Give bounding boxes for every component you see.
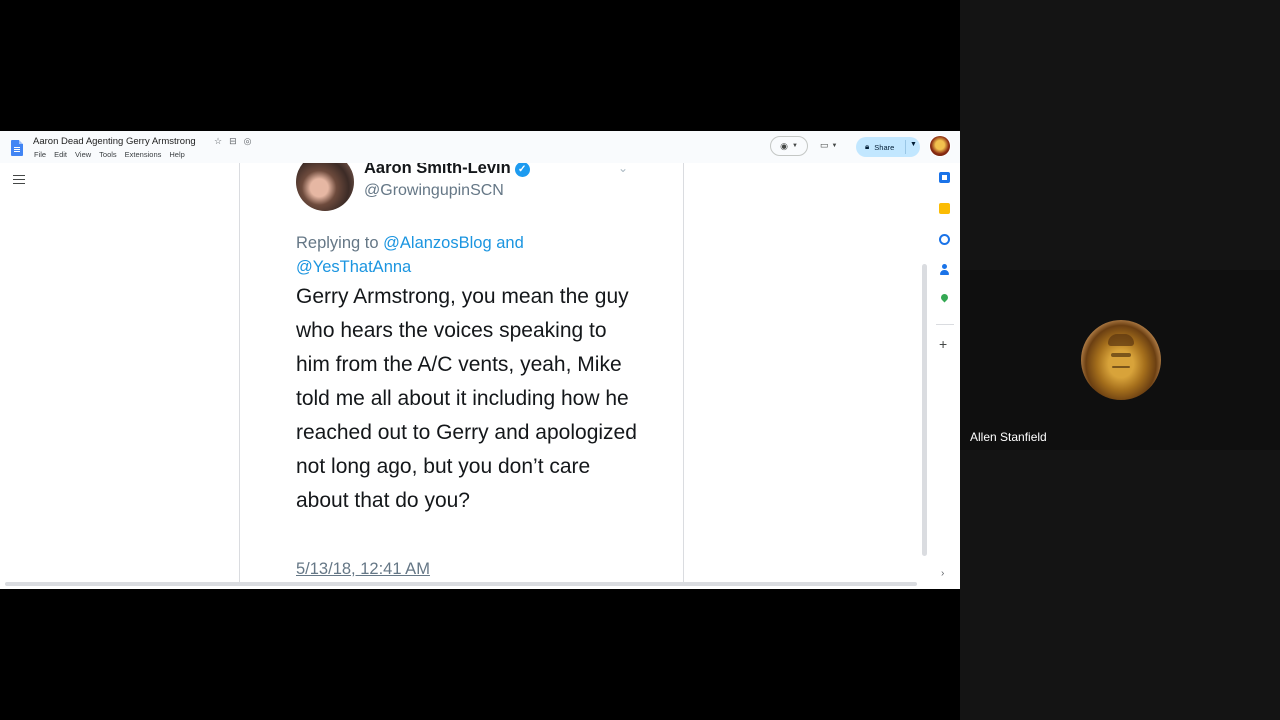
tweet-date: 5/13/18, 12:41 AM [296, 560, 430, 578]
account-avatar[interactable] [930, 136, 950, 156]
meet-button[interactable]: ▭ ▼ [820, 140, 837, 151]
lock-icon: 🔒︎ [865, 142, 870, 151]
screen-share: Aaron Dead Agenting Gerry Armstrong ☆ ⊟ … [0, 0, 960, 720]
side-panel-divider [936, 324, 954, 325]
participant-tile: Allen Stanfield [960, 270, 1280, 450]
reply-and: and [496, 234, 524, 252]
document-page: Aaron Smith-Levin ✓ @GrowingupinSCN ⌄ Rep… [239, 163, 684, 583]
horizontal-scrollbar[interactable] [5, 582, 917, 586]
docs-topbar: Aaron Dead Agenting Gerry Armstrong ☆ ⊟ … [0, 131, 960, 163]
reply-to-line: Replying to @AlanzosBlog and @YesThatAnn… [296, 231, 636, 279]
author-name-text: Aaron Smith-Levin [364, 163, 511, 177]
docs-logo-icon[interactable] [11, 140, 23, 156]
maps-icon[interactable] [939, 294, 950, 305]
menu-help[interactable]: Help [169, 150, 184, 159]
share-label: Share [874, 142, 895, 152]
tweet-avatar [296, 163, 354, 211]
plus-icon[interactable]: + [939, 337, 947, 351]
tweet-text: Gerry Armstrong, you mean the guy who he… [296, 285, 637, 512]
video-call-icon: ▭ [820, 140, 829, 150]
chevron-down-icon: ▼ [831, 142, 838, 149]
tasks-icon[interactable] [939, 234, 950, 245]
chevron-down-icon: ▼ [791, 143, 798, 149]
menu-tools[interactable]: Tools [99, 150, 117, 159]
chevron-down-icon[interactable]: ▼ [910, 141, 917, 148]
eye-icon: ◉ [780, 140, 788, 151]
move-folder-icon[interactable]: ⊟ [229, 136, 237, 147]
reply-prefix: Replying to [296, 234, 379, 252]
chevron-right-icon[interactable]: › [941, 568, 944, 579]
calendar-icon[interactable] [939, 172, 950, 183]
menu-extensions[interactable]: Extensions [125, 150, 162, 159]
verified-badge-icon: ✓ [514, 163, 530, 177]
outline-icon[interactable] [13, 175, 25, 185]
chevron-down-icon: ⌄ [618, 163, 629, 175]
reply-link-yesthatanna: @YesThatAnna [296, 258, 412, 276]
menu-view[interactable]: View [75, 150, 91, 159]
reply-link-alanzosblog: @AlanzosBlog [383, 234, 492, 252]
contacts-icon[interactable] [939, 264, 950, 275]
menu-edit[interactable]: Edit [54, 150, 67, 159]
status-icon[interactable]: ◎ [244, 136, 252, 147]
share-divider [905, 140, 906, 154]
vertical-scrollbar[interactable] [922, 264, 927, 556]
participant-name: Allen Stanfield [970, 430, 1047, 444]
title-icons: ☆ ⊟ ◎ [214, 136, 251, 147]
tweet-handle: @GrowingupinSCN [364, 182, 504, 199]
view-mode-button[interactable]: ◉ ▼ [770, 136, 808, 156]
menu-bar: File Edit View Tools Extensions Help [34, 150, 185, 159]
participant-avatar [1081, 320, 1161, 400]
keep-icon[interactable] [939, 203, 950, 214]
menu-file[interactable]: File [34, 150, 46, 159]
document-title[interactable]: Aaron Dead Agenting Gerry Armstrong [33, 136, 196, 147]
tweet-author-name: Aaron Smith-Levin ✓ [364, 163, 530, 178]
star-icon[interactable]: ☆ [214, 136, 222, 147]
google-docs-window: Aaron Dead Agenting Gerry Armstrong ☆ ⊟ … [0, 131, 960, 589]
share-button[interactable]: 🔒︎ Share ▼ [856, 137, 920, 157]
